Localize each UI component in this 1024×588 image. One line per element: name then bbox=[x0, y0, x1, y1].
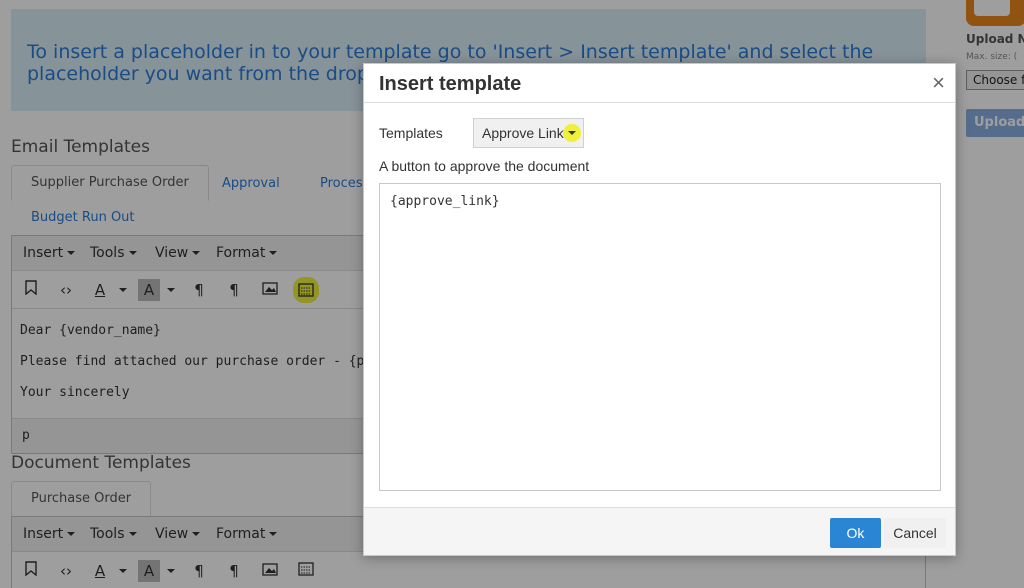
insert-template-dialog: Insert template × Templates Approve Link… bbox=[363, 63, 956, 556]
chevron-down-icon[interactable] bbox=[563, 124, 581, 142]
dialog-header: Insert template × bbox=[364, 64, 955, 103]
dialog-title: Insert template bbox=[379, 73, 522, 95]
templates-label: Templates bbox=[379, 125, 443, 141]
close-icon[interactable]: × bbox=[932, 70, 945, 96]
template-preview: {approve_link} bbox=[379, 183, 941, 491]
ok-button[interactable]: Ok bbox=[830, 518, 881, 548]
cancel-button[interactable]: Cancel bbox=[884, 518, 946, 548]
templates-select-value: Approve Link bbox=[482, 125, 564, 141]
templates-select[interactable]: Approve Link bbox=[473, 118, 584, 148]
template-description: A button to approve the document bbox=[379, 158, 590, 174]
dialog-footer: Ok Cancel bbox=[364, 507, 955, 555]
